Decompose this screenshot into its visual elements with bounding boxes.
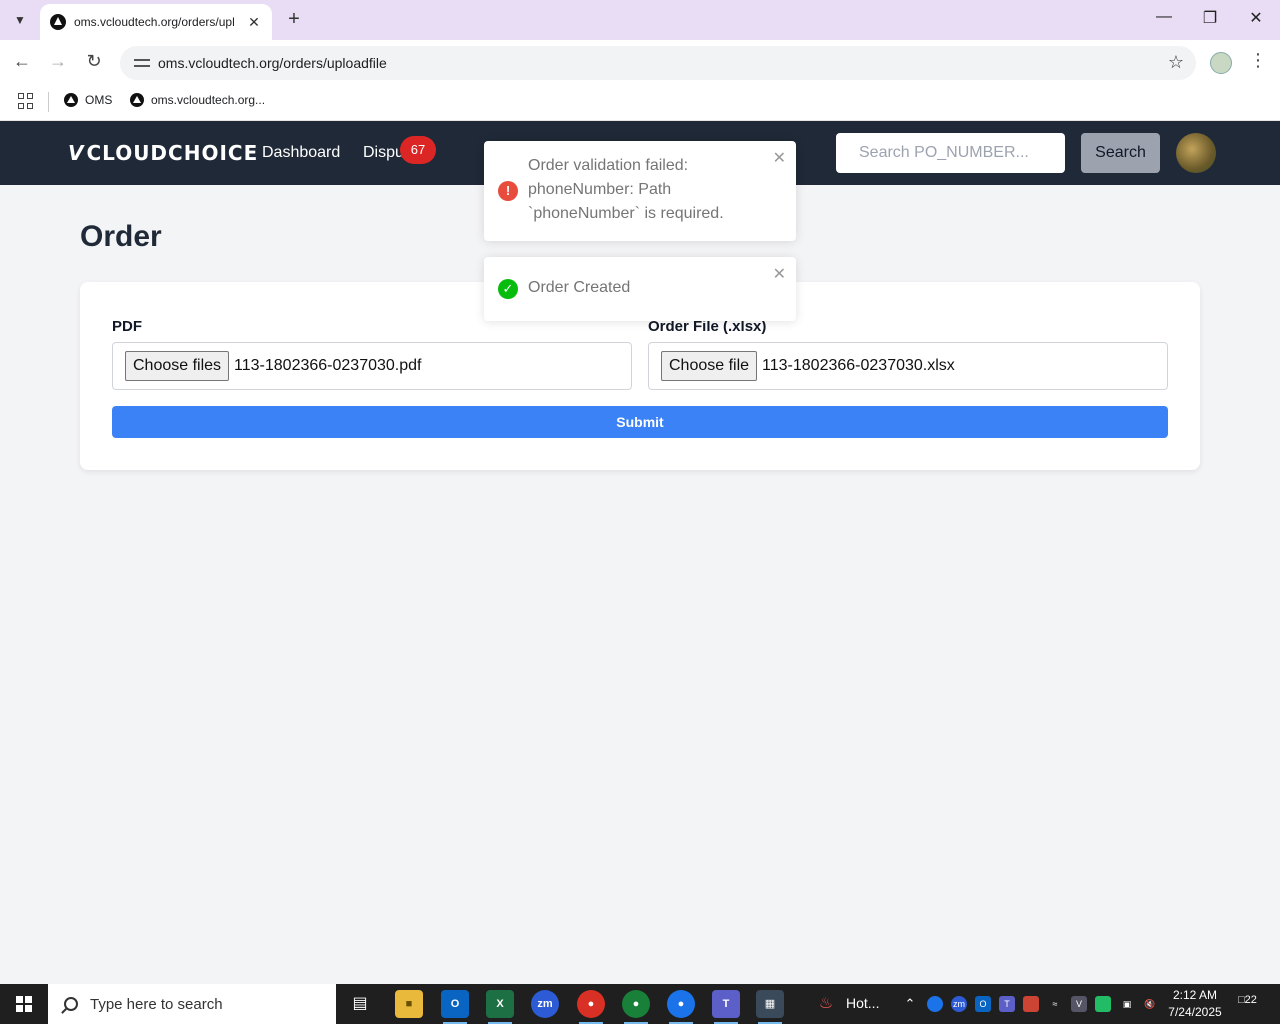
- oms-favicon-icon: [50, 14, 66, 30]
- bookmark-separator: [48, 92, 49, 112]
- pdf-filename: 113-1802366-0237030.pdf: [234, 357, 422, 374]
- pdf-label: PDF: [112, 318, 142, 335]
- apps-grid-icon[interactable]: [18, 93, 34, 109]
- tray-app-icon[interactable]: [1095, 996, 1111, 1012]
- submit-button[interactable]: Submit: [112, 406, 1168, 438]
- chrome-profile-3-icon[interactable]: ●: [667, 990, 695, 1024]
- weather-thermometer-icon[interactable]: ♨: [812, 990, 840, 1018]
- tray-network-status-icon[interactable]: ≈: [1047, 996, 1063, 1012]
- clock-date: 7/24/2025: [1168, 1005, 1222, 1019]
- start-button[interactable]: [0, 984, 48, 1024]
- success-check-icon: ✓: [498, 279, 518, 299]
- logo-text: CLOUDCHOICE: [86, 141, 259, 165]
- bookmark-oms[interactable]: OMS: [64, 93, 112, 107]
- back-arrow-icon[interactable]: ←: [10, 51, 34, 75]
- weather-text[interactable]: Hot...: [846, 995, 879, 1011]
- new-tab-icon[interactable]: +: [282, 8, 306, 31]
- file-explorer-icon[interactable]: ■: [395, 990, 423, 1018]
- taskbar-search-placeholder: Type here to search: [90, 995, 223, 1013]
- toast-close-icon[interactable]: ✕: [773, 147, 786, 171]
- cloudchoice-logo[interactable]: V CLOUDCHOICE: [68, 141, 258, 165]
- minimize-icon[interactable]: —: [1152, 8, 1176, 32]
- url-text: oms.vcloudtech.org/orders/uploadfile: [158, 55, 387, 71]
- teams-icon[interactable]: T: [712, 990, 740, 1024]
- tray-zoom-icon[interactable]: zm: [951, 996, 967, 1012]
- user-avatar[interactable]: [1176, 133, 1216, 173]
- zoom-icon[interactable]: zm: [531, 990, 559, 1018]
- outlook-icon[interactable]: O: [441, 990, 469, 1024]
- site-info-icon[interactable]: [134, 55, 150, 71]
- tray-chrome-icon[interactable]: [927, 996, 943, 1012]
- bookmark-label: oms.vcloudtech.org...: [151, 93, 266, 107]
- page-title: Order: [80, 220, 162, 253]
- search-icon: [64, 997, 78, 1011]
- nav-disputes[interactable]: Dispu: [363, 144, 404, 162]
- oms-favicon-icon: [130, 93, 144, 107]
- reload-icon[interactable]: ↻: [82, 51, 106, 75]
- forward-arrow-icon[interactable]: →: [46, 51, 70, 75]
- bookmarks-bar: OMS oms.vcloudtech.org...: [0, 86, 1280, 121]
- disputes-count-badge: 67: [400, 136, 436, 164]
- tray-vpn-icon[interactable]: V: [1071, 996, 1087, 1012]
- tray-network-icon[interactable]: ▣: [1119, 996, 1135, 1012]
- chrome-profile-2-icon[interactable]: ●: [622, 990, 650, 1024]
- error-toast-message: Order validation failed: phoneNumber: Pa…: [528, 154, 724, 226]
- order-choose-file-button[interactable]: Choose file: [661, 351, 758, 381]
- windows-logo-icon: [16, 996, 32, 1012]
- success-toast[interactable]: ✓ Order Created ✕: [484, 257, 796, 321]
- show-hidden-icons-chevron-icon[interactable]: ⌃: [902, 996, 918, 1012]
- excel-icon[interactable]: X: [486, 990, 514, 1024]
- taskbar-clock[interactable]: 2:12 AM 7/24/2025: [1160, 987, 1230, 1021]
- tab-close-icon[interactable]: ✕: [246, 14, 262, 31]
- windows-taskbar: Type here to search ▤ ■ O X zm ● ● ● T ▦…: [0, 984, 1280, 1024]
- logo-v-icon: V: [68, 141, 85, 165]
- error-line: Order validation failed:: [528, 157, 689, 174]
- tab-title: oms.vcloudtech.org/orders/upl: [74, 15, 235, 29]
- address-bar[interactable]: oms.vcloudtech.org/orders/uploadfile ☆: [120, 46, 1196, 80]
- tray-volume-muted-icon[interactable]: 🔇: [1142, 996, 1158, 1012]
- browser-profile-avatar[interactable]: [1210, 52, 1232, 74]
- bookmark-label: OMS: [85, 93, 113, 107]
- search-button[interactable]: Search: [1081, 133, 1160, 173]
- bookmark-oms-site[interactable]: oms.vcloudtech.org...: [130, 93, 265, 107]
- tab-search-chevron-icon[interactable]: ▼: [6, 6, 34, 34]
- taskbar-search-box[interactable]: Type here to search: [48, 984, 336, 1024]
- error-exclamation-icon: !: [498, 181, 518, 201]
- tray-outlook-icon[interactable]: O: [975, 996, 991, 1012]
- pdf-choose-files-button[interactable]: Choose files: [125, 351, 230, 381]
- browser-tab[interactable]: oms.vcloudtech.org/orders/upl ✕: [40, 4, 272, 40]
- po-number-search-input[interactable]: [836, 133, 1065, 173]
- chrome-profile-1-icon[interactable]: ●: [577, 990, 605, 1024]
- tray-security-icon[interactable]: [1023, 996, 1039, 1012]
- browser-tab-strip: ▼ oms.vcloudtech.org/orders/upl ✕ + — ❐ …: [0, 0, 1280, 40]
- order-filename: 113-1802366-0237030.xlsx: [762, 357, 955, 374]
- notification-count: 22: [1244, 994, 1257, 1006]
- tray-teams-icon[interactable]: T: [999, 996, 1015, 1012]
- notification-center-icon[interactable]: □22: [1238, 994, 1264, 1016]
- browser-toolbar: ← → ↻ oms.vcloudtech.org/orders/uploadfi…: [0, 40, 1280, 86]
- task-view-icon[interactable]: ▤: [346, 990, 374, 1018]
- order-file-input[interactable]: Choose file 113-1802366-0237030.xlsx: [648, 342, 1168, 390]
- calculator-icon[interactable]: ▦: [756, 990, 784, 1024]
- toast-close-icon[interactable]: ✕: [773, 263, 786, 287]
- error-line: `phoneNumber` is required.: [528, 205, 724, 222]
- success-toast-message: Order Created: [528, 279, 631, 296]
- browser-menu-icon[interactable]: ⋮: [1248, 50, 1268, 71]
- error-line: phoneNumber: Path: [528, 181, 672, 198]
- nav-dashboard[interactable]: Dashboard: [262, 144, 340, 162]
- pdf-file-input[interactable]: Choose files 113-1802366-0237030.pdf: [112, 342, 632, 390]
- window-close-icon[interactable]: ✕: [1244, 8, 1268, 32]
- restore-icon[interactable]: ❐: [1198, 8, 1222, 32]
- clock-time: 2:12 AM: [1172, 988, 1218, 1002]
- error-toast[interactable]: ! Order validation failed: phoneNumber: …: [484, 141, 796, 241]
- bookmark-star-icon[interactable]: ☆: [1168, 52, 1184, 73]
- oms-favicon-icon: [64, 93, 78, 107]
